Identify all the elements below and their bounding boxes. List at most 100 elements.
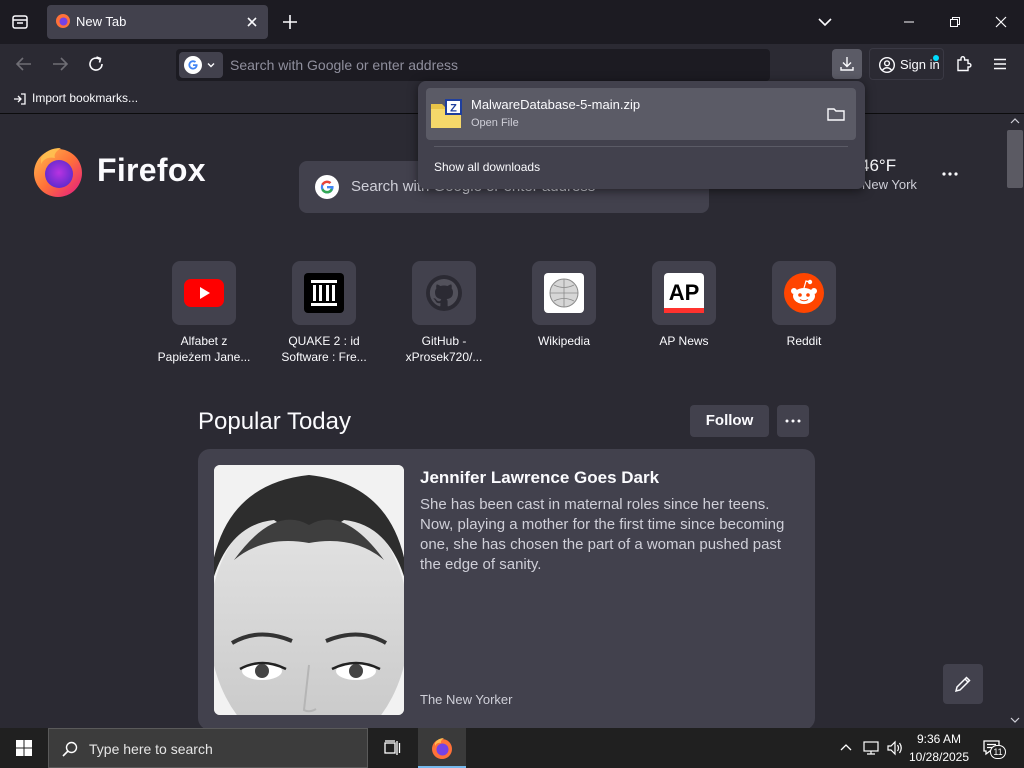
close-window-button[interactable]: [978, 0, 1024, 44]
taskbar-search-box[interactable]: Type here to search: [48, 728, 368, 768]
wikipedia-icon: [544, 273, 584, 313]
chevron-down-icon: [207, 63, 215, 68]
navigation-toolbar: Search with Google or enter address Sign…: [0, 44, 1024, 84]
shortcut-label: Alfabet z Papieżem Jane...: [157, 334, 251, 364]
weather-location: New York: [862, 177, 917, 192]
scroll-up-icon: [1010, 118, 1020, 124]
clock-time: 9:36 AM: [916, 732, 962, 746]
address-placeholder: Search with Google or enter address: [230, 57, 459, 73]
start-button[interactable]: [0, 728, 48, 768]
story-title: Jennifer Lawrence Goes Dark: [420, 468, 660, 487]
download-status: Open File: [471, 117, 519, 129]
chevron-down-icon: [818, 18, 832, 27]
arrow-left-icon: [15, 57, 31, 71]
story-excerpt: She has been cast in maternal roles sinc…: [420, 496, 785, 573]
svg-text:Z: Z: [450, 103, 457, 115]
follow-button[interactable]: Follow: [690, 405, 769, 437]
customize-button[interactable]: [943, 664, 983, 704]
new-tab-page: Firefox Search with Google or enter addr…: [0, 114, 1024, 728]
close-icon: [995, 16, 1007, 28]
shortcut-tile: [172, 261, 236, 325]
address-bar[interactable]: Search with Google or enter address: [176, 49, 770, 81]
tab-title: New Tab: [76, 14, 127, 29]
weather-temperature: 46°F: [860, 156, 897, 175]
app-menu-button[interactable]: [988, 52, 1012, 76]
shortcut-tile: [772, 261, 836, 325]
arrow-right-icon: [53, 57, 69, 71]
account-icon: [878, 56, 896, 74]
new-tab-button[interactable]: [278, 10, 302, 34]
github-icon: [426, 275, 462, 311]
search-engine-selector[interactable]: [179, 52, 223, 78]
story-card[interactable]: Jennifer Lawrence Goes Dark She has been…: [198, 449, 815, 728]
volume-button[interactable]: [886, 740, 904, 756]
import-icon: [14, 93, 26, 105]
tab-overflow-button[interactable]: [813, 10, 837, 34]
shortcut-label: AP News: [659, 334, 709, 348]
youtube-icon: [184, 279, 224, 307]
divider: [434, 146, 848, 147]
close-tab-button[interactable]: [242, 12, 262, 32]
shortcut-label: GitHub - xProsek720/...: [405, 334, 483, 364]
shortcut-tile: AP: [652, 261, 716, 325]
tab-strip: New Tab: [0, 0, 1024, 44]
network-button[interactable]: [862, 740, 880, 756]
sign-in-button[interactable]: Sign in: [869, 48, 944, 80]
section-menu-button[interactable]: [777, 405, 809, 437]
restore-icon: [950, 17, 960, 27]
download-item[interactable]: Z MalwareDatabase-5-main.zip Open File: [426, 88, 856, 140]
forward-button[interactable]: [48, 52, 72, 76]
extensions-button[interactable]: [952, 52, 976, 76]
back-button[interactable]: [12, 52, 36, 76]
task-view-icon: [384, 740, 401, 755]
notification-dot-icon: [933, 55, 939, 61]
import-bookmarks-button[interactable]: Import bookmarks...: [32, 91, 138, 105]
close-icon: [247, 17, 257, 27]
tab-manager-icon: [12, 15, 28, 29]
download-icon: [840, 57, 854, 71]
reddit-icon: [784, 273, 824, 313]
hamburger-menu-icon: [994, 58, 1006, 70]
taskbar-firefox-button[interactable]: [418, 728, 466, 768]
ap-news-icon: AP: [664, 273, 704, 313]
chevron-up-icon: [840, 744, 852, 751]
show-all-downloads-link[interactable]: Show all downloads: [434, 160, 540, 174]
more-icon: [942, 172, 958, 176]
list-all-tabs-button[interactable]: [6, 8, 34, 36]
tab-new-tab[interactable]: New Tab: [47, 5, 268, 39]
zip-file-icon: Z: [431, 99, 462, 128]
scrollbar[interactable]: [1006, 114, 1024, 728]
story-image: [214, 465, 404, 715]
internet-archive-icon: [304, 273, 344, 313]
scrollbar-thumb[interactable]: [1007, 130, 1023, 188]
story-source: The New Yorker: [420, 692, 513, 707]
section-title: Popular Today: [198, 408, 351, 435]
svg-text:AP: AP: [669, 280, 700, 305]
pencil-icon: [954, 676, 971, 693]
action-center-button[interactable]: 11: [980, 736, 1006, 760]
task-view-button[interactable]: [368, 728, 416, 768]
minimize-icon: [904, 21, 914, 23]
firefox-logo-icon: [34, 148, 82, 197]
restore-button[interactable]: [932, 0, 978, 44]
folder-icon: [827, 108, 845, 121]
weather-menu-button[interactable]: [938, 162, 962, 186]
shortcut-label: QUAKE 2 : id Software : Fre...: [281, 334, 367, 364]
download-file-name: MalwareDatabase-5-main.zip: [471, 97, 641, 112]
notification-count-badge: 11: [990, 745, 1006, 759]
clock-date: 10/28/2025: [908, 750, 970, 764]
reload-button[interactable]: [84, 52, 108, 76]
show-in-folder-button[interactable]: [824, 102, 848, 126]
more-icon: [785, 419, 801, 423]
firefox-wordmark: Firefox: [97, 152, 206, 188]
firefox-favicon-icon: [56, 14, 70, 28]
plus-icon: [283, 15, 297, 29]
firefox-logo-icon: [432, 738, 452, 759]
show-hidden-icons-button[interactable]: [838, 740, 854, 756]
google-icon: [315, 175, 339, 199]
search-icon: [62, 741, 78, 757]
minimize-button[interactable]: [886, 0, 932, 44]
downloads-button[interactable]: [832, 49, 862, 79]
scroll-down-icon: [1010, 717, 1020, 723]
portrait-photo: [214, 465, 404, 715]
